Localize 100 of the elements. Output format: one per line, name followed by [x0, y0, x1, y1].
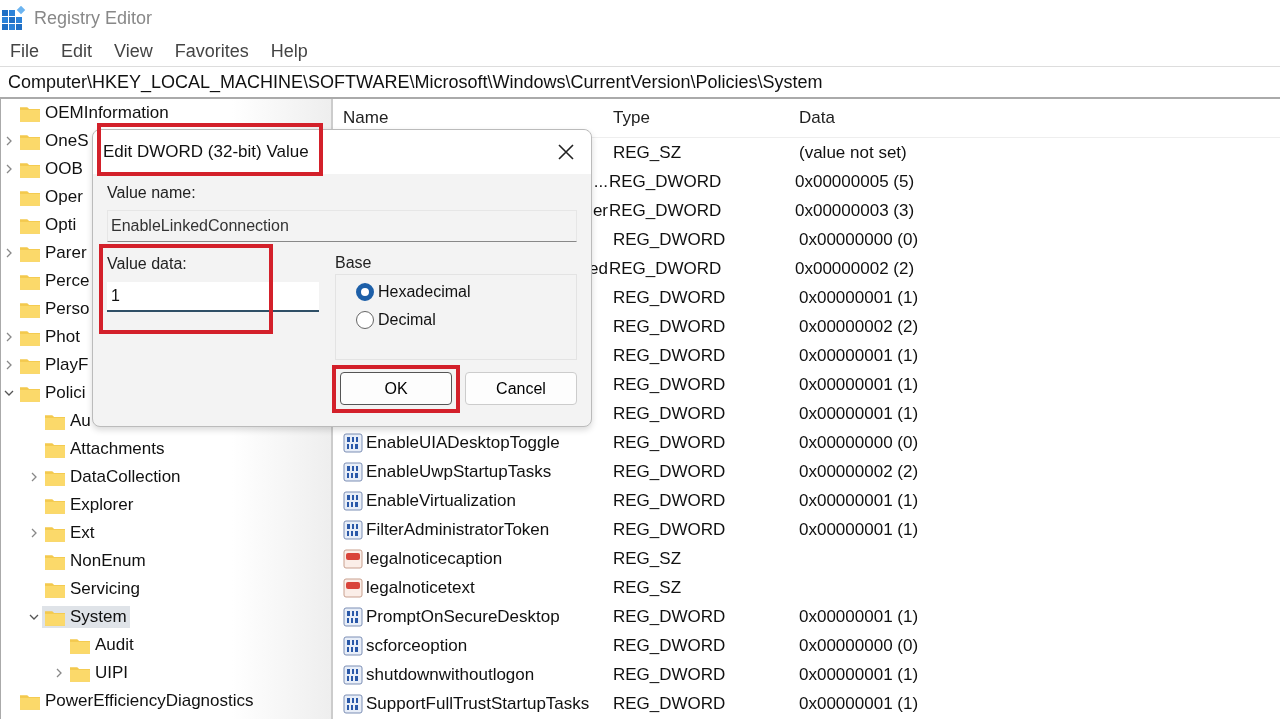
column-header[interactable]: Type — [613, 108, 799, 128]
value-name[interactable]: SupportFullTrustStartupTasks — [366, 693, 590, 714]
dialog-button[interactable]: Cancel — [465, 372, 577, 405]
value-type: REG_DWORD — [609, 171, 723, 192]
close-icon[interactable] — [557, 143, 575, 161]
value-type: REG_DWORD — [613, 403, 727, 424]
tree-item[interactable]: Parer — [17, 242, 90, 264]
tree-item[interactable]: PowerEfficiencyDiagnostics — [17, 690, 257, 712]
value-data: 0x00000001 (1) — [799, 664, 920, 685]
value-type: REG_DWORD — [613, 316, 727, 337]
tree-item[interactable]: System — [42, 606, 130, 628]
column-header[interactable]: Data — [799, 108, 1280, 128]
folder-icon — [20, 692, 40, 710]
value-data: 0x00000002 (2) — [795, 258, 916, 279]
value-name[interactable]: FilterAdministratorToken — [366, 519, 550, 540]
value-name[interactable]: EnableUwpStartupTasks — [366, 461, 552, 482]
value-data: 0x00000000 (0) — [799, 432, 920, 453]
value-type: REG_DWORD — [613, 490, 727, 511]
tree-item[interactable]: Servicing — [42, 578, 143, 600]
value-data: 0x00000001 (1) — [799, 374, 920, 395]
binary-value-icon — [343, 461, 363, 482]
tree-item[interactable]: Attachments — [42, 438, 168, 460]
radio-button[interactable] — [356, 283, 374, 301]
tree-item[interactable]: DataCollection — [42, 466, 184, 488]
folder-icon — [20, 328, 40, 346]
menu-item[interactable]: View — [114, 40, 153, 62]
value-data: 0x00000001 (1) — [799, 490, 920, 511]
value-type: REG_DWORD — [613, 374, 727, 395]
radio-option[interactable]: Hexadecimal — [356, 283, 556, 301]
folder-icon — [70, 636, 90, 654]
tree-item[interactable]: Audit — [67, 634, 137, 656]
value-name[interactable]: scforceoption — [366, 635, 468, 656]
value-data: 0x00000001 (1) — [799, 403, 920, 424]
tree-item[interactable]: PlayF — [17, 354, 92, 376]
value-type: REG_SZ — [613, 548, 683, 569]
value-type: REG_DWORD — [609, 258, 723, 279]
binary-value-icon — [343, 490, 363, 511]
folder-icon — [20, 132, 40, 150]
value-type: REG_DWORD — [613, 229, 727, 250]
value-name[interactable]: ... — [593, 171, 608, 192]
value-name[interactable]: shutdownwithoutlogon — [366, 664, 535, 685]
string-value-icon — [343, 577, 363, 598]
menu-item[interactable]: Edit — [61, 40, 93, 62]
value-type: REG_DWORD — [613, 606, 727, 627]
value-name[interactable]: EnableUIADesktopToggle — [366, 432, 560, 453]
menu-item[interactable]: Help — [270, 40, 308, 62]
tree-item[interactable]: Perso — [17, 298, 93, 320]
value-name[interactable]: PromptOnSecureDesktop — [366, 606, 560, 627]
folder-icon — [20, 160, 40, 178]
dialog-button[interactable]: OK — [340, 372, 452, 405]
tree-item[interactable]: Au — [42, 410, 94, 432]
binary-value-icon — [343, 664, 363, 685]
value-type: REG_SZ — [613, 142, 683, 163]
menu-item[interactable]: File — [10, 40, 39, 62]
value-data: 0x00000001 (1) — [799, 345, 920, 366]
tree-item[interactable]: OEMInformation — [17, 102, 172, 124]
value-data: 0x00000002 (2) — [799, 461, 920, 482]
value-name[interactable]: legalnoticecaption — [366, 548, 503, 569]
folder-icon — [20, 384, 40, 402]
folder-icon — [45, 580, 65, 598]
folder-icon — [45, 468, 65, 486]
value-data: 0x00000002 (2) — [799, 316, 920, 337]
folder-icon — [45, 496, 65, 514]
binary-value-icon — [343, 432, 363, 453]
tree-item[interactable]: OOB — [17, 158, 86, 180]
folder-icon — [45, 524, 65, 542]
value-data: 0x00000001 (1) — [799, 287, 920, 308]
tree-item[interactable]: NonEnum — [42, 550, 149, 572]
value-data: 0x00000003 (3) — [795, 200, 916, 221]
radio-option[interactable]: Decimal — [356, 311, 556, 329]
folder-icon — [20, 356, 40, 374]
tree-item[interactable]: Perce — [17, 270, 93, 292]
value-type: REG_DWORD — [613, 635, 727, 656]
folder-icon — [20, 300, 40, 318]
tree-item[interactable]: Polici — [17, 382, 89, 404]
folder-icon — [20, 188, 40, 206]
tree-item[interactable]: Ext — [42, 522, 98, 544]
folder-icon — [20, 244, 40, 262]
value-type: REG_SZ — [613, 577, 683, 598]
value-name[interactable]: EnableVirtualization — [366, 490, 516, 511]
folder-icon — [70, 664, 90, 682]
field-label: Value name: — [107, 184, 197, 202]
tree-item[interactable]: Explorer — [42, 494, 137, 516]
tree-item[interactable]: Phot — [17, 326, 83, 348]
folder-icon — [20, 216, 40, 234]
value-name[interactable]: er — [592, 200, 608, 221]
menu-item[interactable]: Favorites — [174, 40, 249, 62]
tree-item[interactable]: OneS — [17, 130, 92, 152]
value-type: REG_DWORD — [613, 432, 727, 453]
value-data-field[interactable]: 1 — [107, 282, 319, 312]
tree-item[interactable]: UIPI — [67, 662, 132, 684]
column-header[interactable]: Name — [339, 108, 613, 128]
folder-icon — [45, 440, 65, 458]
value-name-field[interactable]: EnableLinkedConnection — [107, 210, 577, 242]
tree-item[interactable]: Opti — [17, 214, 80, 236]
radio-button[interactable] — [356, 311, 374, 329]
value-data: 0x00000000 (0) — [799, 635, 920, 656]
value-name[interactable]: legalnoticetext — [366, 577, 475, 598]
tree-item[interactable]: Oper — [17, 186, 86, 208]
folder-icon — [20, 272, 40, 290]
